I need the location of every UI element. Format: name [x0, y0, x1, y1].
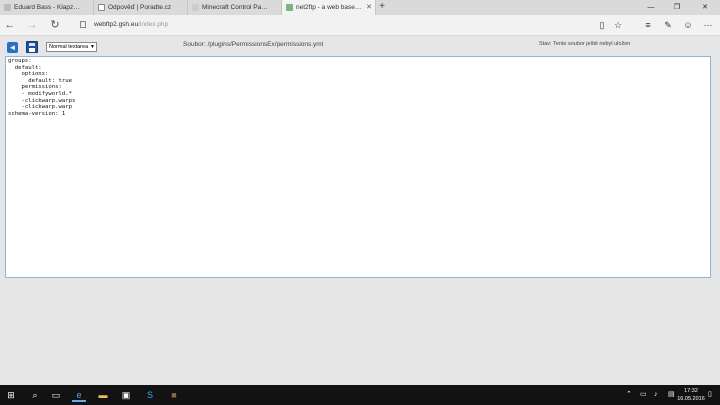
volume-icon[interactable]: ♪ [654, 388, 658, 402]
lock-icon [80, 21, 86, 28]
chevron-down-icon: ▼ [90, 44, 95, 50]
refresh-icon[interactable]: ↻ [47, 17, 63, 33]
clock-time: 17:32 [684, 388, 698, 394]
close-window-button[interactable]: ✕ [694, 0, 716, 15]
url-domain: webftp2.gsh.eu [94, 21, 139, 28]
textarea-mode-select[interactable]: Normal textarea ▼ [46, 42, 97, 52]
tab-label: net2ftp - a web based F [296, 4, 363, 11]
edge-browser-icon[interactable]: e [72, 388, 86, 402]
more-icon[interactable]: ··· [700, 17, 716, 33]
page-icon [4, 4, 11, 11]
tab-label: Odpověď | Poradte.cz [108, 4, 172, 11]
file-title: Soubor: /plugins/PermissionsEx/permissio… [183, 41, 324, 48]
favorite-star-icon[interactable]: ☆ [610, 17, 626, 33]
url-path: /index.php [138, 21, 169, 28]
select-value: Normal textarea [49, 44, 89, 50]
notifications-icon[interactable]: ▯ [708, 388, 712, 402]
windows-taskbar: ⊞ ⌕ ▭ e ▬ ▣ S ■ ⌃ ▭ ♪ ▤ 17:32 16.05.2016… [0, 385, 720, 405]
address-bar[interactable]: webftp2.gsh.eu/index.php [94, 19, 168, 31]
tab-poradte[interactable]: Odpověď | Poradte.cz [94, 0, 188, 15]
minimize-button[interactable]: — [640, 0, 662, 15]
tab-label: Minecraft Control Panel (Bet [202, 4, 269, 11]
save-button[interactable] [26, 41, 38, 53]
clock[interactable]: 17:32 16.05.2016 [676, 387, 706, 403]
tab-bar: Eduard Bass - Klapzubova je Odpověď | Po… [0, 0, 720, 15]
windows-start-icon[interactable]: ⊞ [4, 388, 18, 402]
page-icon [192, 4, 199, 11]
tab-net2ftp[interactable]: net2ftp - a web based F ✕ [282, 0, 376, 15]
code-editor-textarea[interactable]: groups: default: options: default: true … [5, 56, 711, 278]
tab-minecraft-panel[interactable]: Minecraft Control Panel (Bet [188, 0, 282, 15]
show-hidden-icons-icon[interactable]: ⌃ [626, 388, 632, 402]
keyboard-icon[interactable]: ▤ [668, 388, 675, 402]
tab-label: Eduard Bass - Klapzubova je [14, 4, 81, 11]
file-explorer-icon[interactable]: ▬ [96, 388, 110, 402]
skype-icon[interactable]: S [143, 388, 157, 402]
forward-icon[interactable]: → [24, 17, 40, 33]
back-icon[interactable]: ← [2, 17, 18, 33]
clock-date: 16.05.2016 [677, 396, 705, 402]
back-button[interactable]: ◄ [7, 42, 18, 53]
hub-icon[interactable]: ≡ [640, 17, 656, 33]
close-tab-icon[interactable]: ✕ [366, 0, 372, 15]
new-tab-button[interactable]: + [376, 0, 388, 15]
task-view-icon[interactable]: ▭ [49, 388, 63, 402]
tab-eduard-bass[interactable]: Eduard Bass - Klapzubova je [0, 0, 94, 15]
file-content[interactable]: groups: default: options: default: true … [6, 57, 710, 118]
navigation-bar: ← → ↻ webftp2.gsh.eu/index.php ▯ ☆ ≡ ✎ ☺… [0, 15, 720, 36]
search-icon[interactable]: ⌕ [28, 388, 42, 402]
web-note-icon[interactable]: ✎ [660, 17, 676, 33]
poradte-icon [98, 4, 105, 11]
reading-view-icon[interactable]: ▯ [594, 17, 610, 33]
store-icon[interactable]: ▣ [119, 388, 133, 402]
network-icon[interactable]: ▭ [640, 388, 647, 402]
net2ftp-icon [286, 4, 293, 11]
maximize-button[interactable]: ❐ [666, 0, 688, 15]
save-status: Stav: Tento soubor ještě nebyl uložen [539, 41, 631, 47]
share-icon[interactable]: ☺ [680, 17, 696, 33]
minecraft-icon[interactable]: ■ [167, 388, 181, 402]
net2ftp-editor-page: ◄ Normal textarea ▼ Soubor: /plugins/Per… [0, 36, 720, 385]
